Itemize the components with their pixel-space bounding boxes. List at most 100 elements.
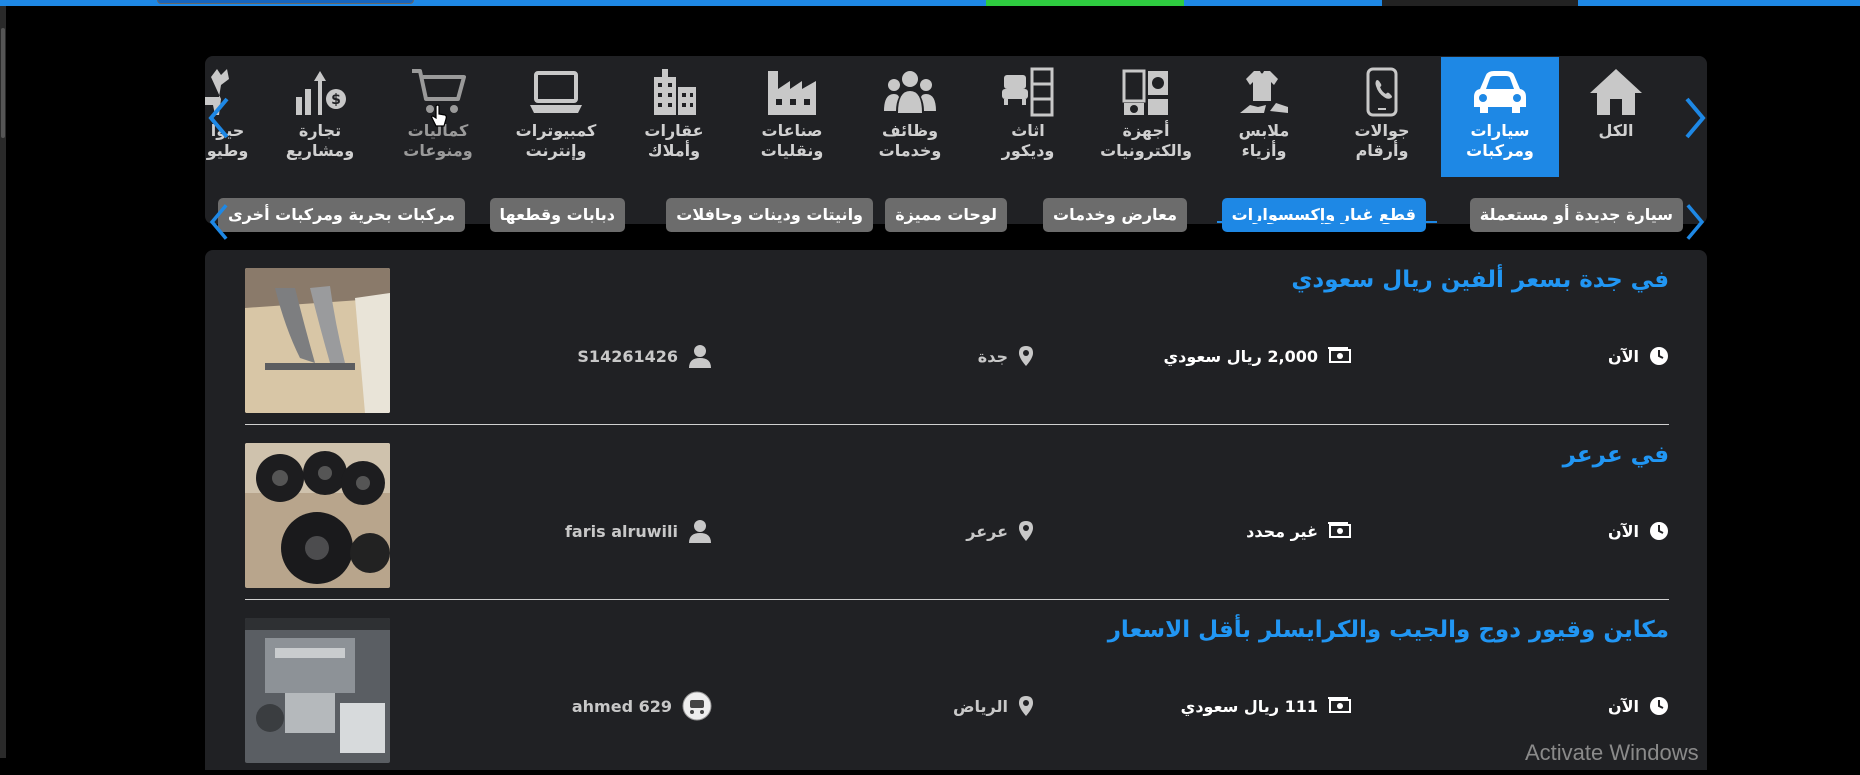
category-computers[interactable]: كمبيوترات وإنترنت (497, 57, 615, 177)
category-label: تجارة ومشاريع (285, 121, 355, 160)
phone-icon (1366, 67, 1398, 117)
chip-new-used-car[interactable]: سيارة جديدة أو مستعملة (1469, 198, 1683, 232)
category-label: الكل (1598, 121, 1634, 140)
category-label: سيارات ومركبات (1466, 121, 1534, 160)
clock-icon (1650, 697, 1668, 715)
listing-user-text: faris alruwili (564, 521, 678, 541)
subcategory-row: سيارة جديدة أو مستعملة قطع غيار وإكسسوار… (205, 180, 1707, 240)
main-category-row: الكل سيارات ومركبات جوالات وأرقام ملابس … (205, 56, 1709, 177)
category-phones[interactable]: جوالات وأرقام (1323, 57, 1441, 177)
svg-text:$: $ (331, 92, 341, 108)
listing-price: 111 ريال سعودي (1181, 693, 1352, 719)
category-label: أجهزة والكترونيات (1100, 121, 1192, 160)
category-label: صناعات ونقليات (760, 121, 824, 160)
categories-next-arrow[interactable] (1679, 93, 1709, 143)
activate-windows-watermark: Activate Windows (1525, 740, 1699, 765)
category-jobs[interactable]: وظائف وخدمات (851, 57, 969, 177)
listing-location[interactable]: الرياض (953, 693, 1034, 719)
location-pin-icon (1019, 346, 1033, 366)
chip-trucks-buses[interactable]: وانيتات ودينات وحافلات (666, 198, 873, 232)
category-industry[interactable]: صناعات ونقليات (733, 57, 851, 177)
category-label: وظائف وخدمات (878, 121, 942, 160)
listing-item[interactable]: في جدة بسعر ألفين ريال سعودي الآن 2,000 … (205, 250, 1707, 425)
listing-location[interactable]: جدة (978, 343, 1034, 369)
left-scrollbar[interactable] (0, 6, 6, 758)
listing-location-text: عرعر (966, 521, 1008, 541)
engine-photo (245, 618, 390, 763)
listing-location[interactable]: عرعر (966, 518, 1034, 544)
listing-price: غير محدد (1246, 518, 1352, 544)
listing-thumbnail[interactable] (245, 443, 390, 588)
browser-tab-edge (157, 0, 414, 4)
money-icon (1328, 697, 1351, 713)
listing-user[interactable]: ahmed 629 (571, 691, 712, 721)
category-panel: الكل سيارات ومركبات جوالات وأرقام ملابس … (205, 56, 1709, 240)
listing-location-text: جدة (977, 346, 1008, 366)
listing-price-text: 2,000 ريال سعودي (1163, 346, 1318, 366)
listing-title[interactable]: في جدة بسعر ألفين ريال سعودي (1291, 267, 1669, 293)
listing-price-text: 111 ريال سعودي (1180, 696, 1318, 716)
category-business[interactable]: $ تجارة ومشاريع (261, 57, 379, 177)
user-icon (689, 345, 711, 368)
mouse-cursor-icon (431, 104, 447, 127)
listing-time-text: الآن (1607, 521, 1639, 541)
chip-boats-other[interactable]: مركبات بحرية ومركبات أخرى (217, 198, 465, 232)
category-label: ملابس وأزياء (1238, 121, 1290, 160)
category-cars[interactable]: سيارات ومركبات (1441, 57, 1559, 177)
listing-time-text: الآن (1607, 346, 1639, 366)
listing-user-text: ahmed 629 (571, 696, 672, 716)
building-icon (654, 69, 696, 115)
subcategories-prev-arrow[interactable] (205, 200, 235, 244)
listing-item[interactable]: مكاين وقيور دوج والجيب والكرايسلر بأقل ا… (205, 600, 1707, 775)
location-pin-icon (1019, 521, 1033, 541)
listing-time: الآن (1608, 343, 1669, 369)
category-label: اثاث وديكور (1001, 121, 1055, 160)
category-all[interactable]: الكل (1557, 57, 1675, 177)
user-icon (689, 520, 711, 543)
listing-user[interactable]: faris alruwili (565, 518, 712, 544)
location-pin-icon (1019, 696, 1033, 716)
listing-user[interactable]: S14261426 (577, 343, 712, 369)
subcategories-next-arrow[interactable] (1679, 200, 1709, 244)
listing-time-text: الآن (1607, 696, 1639, 716)
listing-title[interactable]: مكاين وقيور دوج والجيب والكرايسلر بأقل ا… (1108, 617, 1669, 643)
category-label: كمبيوترات وإنترنت (515, 121, 597, 160)
chip-motorcycles[interactable]: دبابات وقطعها (489, 198, 625, 232)
chip-dealers-services[interactable]: معارض وخدمات (1043, 198, 1187, 232)
category-electronics[interactable]: أجهزة والكترونيات (1087, 57, 1205, 177)
category-realestate[interactable]: عقارات وأملاك (615, 57, 733, 177)
clock-icon (1650, 522, 1668, 540)
listing-thumbnail[interactable] (245, 268, 390, 413)
category-label: عقارات وأملاك (644, 121, 704, 160)
clock-icon (1650, 347, 1668, 365)
chip-special-plates[interactable]: لوحات مميزة (885, 198, 1007, 232)
listing-item[interactable]: في عرعر الآن غير محدد عرعر faris alruwil… (205, 425, 1707, 600)
clothes-icon (1240, 71, 1288, 113)
listings-panel: في جدة بسعر ألفين ريال سعودي الآن 2,000 … (205, 250, 1707, 770)
category-clothes[interactable]: ملابس وأزياء (1205, 57, 1323, 177)
listing-location-text: الرياض (953, 696, 1008, 716)
factory-icon (768, 71, 816, 115)
listing-time: الآن (1608, 518, 1669, 544)
active-subcategory-underline (1217, 221, 1437, 223)
furniture-icon (1002, 67, 1054, 117)
chip-spare-parts[interactable]: قطع غيار وإكسسوارات (1221, 198, 1426, 232)
appliances-icon (1122, 69, 1168, 115)
home-icon (1590, 69, 1642, 115)
user-avatar (682, 691, 712, 721)
category-label: جوالات وأرقام (1354, 121, 1410, 160)
category-furniture[interactable]: اثاث وديكور (969, 57, 1087, 177)
listing-price: 2,000 ريال سعودي (1163, 343, 1352, 369)
wheel-rims-photo (245, 443, 390, 588)
listing-thumbnail[interactable] (245, 618, 390, 763)
listing-time: الآن (1608, 693, 1669, 719)
money-icon (1328, 522, 1351, 538)
listing-price-text: غير محدد (1246, 521, 1318, 541)
people-icon (884, 71, 936, 113)
money-chart-icon: $ (296, 71, 346, 115)
scrollbar-thumb[interactable] (1, 28, 5, 138)
laptop-icon (530, 71, 582, 113)
categories-prev-arrow[interactable] (205, 93, 235, 143)
exhaust-parts-photo (245, 268, 390, 413)
listing-title[interactable]: في عرعر (1563, 442, 1669, 468)
